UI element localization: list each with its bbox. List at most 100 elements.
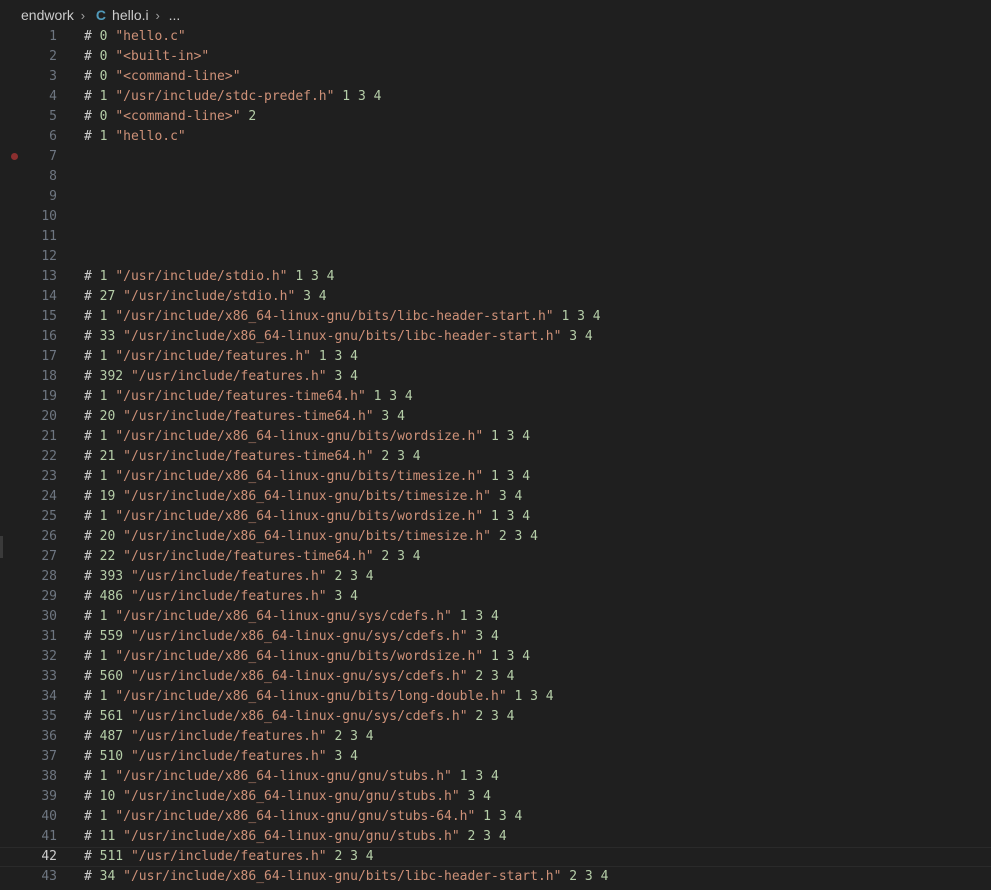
code-line[interactable]: 21 # 1 "/usr/include/x86_64-linux-gnu/bit… [0,427,991,447]
breadcrumb-folder[interactable]: endwork [21,7,74,23]
line-code: # 511 "/usr/include/features.h" 2 3 4 [84,847,374,867]
code-line[interactable]: 43 # 34 "/usr/include/x86_64-linux-gnu/bi… [0,867,991,887]
line-flags: 2 3 4 [334,849,374,864]
line-marker-number: 0 [99,109,108,124]
code-line[interactable]: 40 # 1 "/usr/include/x86_64-linux-gnu/gnu… [0,807,991,827]
line-number: 22 [41,449,57,464]
code-line[interactable]: 34 # 1 "/usr/include/x86_64-linux-gnu/bit… [0,687,991,707]
line-code: # 1 "/usr/include/x86_64-linux-gnu/sys/c… [84,607,499,627]
line-hash: # [84,389,92,404]
code-line[interactable]: 42 # 511 "/usr/include/features.h" 2 3 4 [0,847,991,867]
code-line[interactable]: 7 [0,147,991,167]
code-line[interactable]: 8 [0,167,991,187]
code-line[interactable]: 19 # 1 "/usr/include/features-time64.h" 1… [0,387,991,407]
code-line[interactable]: 1 # 0 "hello.c" [0,27,991,47]
code-line[interactable]: 35 # 561 "/usr/include/x86_64-linux-gnu/s… [0,707,991,727]
line-marker-number: 1 [99,89,108,104]
code-line[interactable]: 32 # 1 "/usr/include/x86_64-linux-gnu/bit… [0,647,991,667]
line-hash: # [84,489,92,504]
code-line[interactable]: 18 # 392 "/usr/include/features.h" 3 4 [0,367,991,387]
code-line[interactable]: 15 # 1 "/usr/include/x86_64-linux-gnu/bit… [0,307,991,327]
line-flags: 1 3 4 [373,389,413,404]
line-marker-number: 33 [99,329,116,344]
line-number: 5 [49,109,57,124]
line-hash: # [84,129,92,144]
line-hash: # [84,829,92,844]
line-number: 35 [41,709,57,724]
code-line[interactable]: 38 # 1 "/usr/include/x86_64-linux-gnu/gnu… [0,767,991,787]
code-line[interactable]: 16 # 33 "/usr/include/x86_64-linux-gnu/bi… [0,327,991,347]
line-marker-number: 21 [99,449,116,464]
breadcrumb-symbols[interactable]: ... [169,7,181,23]
line-marker-number: 10 [99,789,116,804]
code-line[interactable]: 20 # 20 "/usr/include/features-time64.h" … [0,407,991,427]
code-line[interactable]: 26 # 20 "/usr/include/x86_64-linux-gnu/bi… [0,527,991,547]
line-flags: 1 3 4 [491,429,531,444]
line-file-string: "/usr/include/x86_64-linux-gnu/bits/libc… [123,869,562,884]
code-line[interactable]: 24 # 19 "/usr/include/x86_64-linux-gnu/bi… [0,487,991,507]
code-line[interactable]: 39 # 10 "/usr/include/x86_64-linux-gnu/gn… [0,787,991,807]
chevron-right-icon: › [80,7,86,23]
code-line[interactable]: 25 # 1 "/usr/include/x86_64-linux-gnu/bit… [0,507,991,527]
code-line[interactable]: 4 # 1 "/usr/include/stdc-predef.h" 1 3 4 [0,87,991,107]
line-file-string: "/usr/include/features-time64.h" [123,549,374,564]
line-code: # 1 "hello.c" [84,127,186,147]
line-number: 23 [41,469,57,484]
code-line[interactable]: 10 [0,207,991,227]
code-line[interactable]: 6 # 1 "hello.c" [0,127,991,147]
line-number: 24 [41,489,57,504]
code-line[interactable]: 29 # 486 "/usr/include/features.h" 3 4 [0,587,991,607]
line-number: 2 [49,49,57,64]
line-file-string: "/usr/include/features.h" [130,749,327,764]
code-line[interactable]: 33 # 560 "/usr/include/x86_64-linux-gnu/s… [0,667,991,687]
line-code: # 1 "/usr/include/x86_64-linux-gnu/bits/… [84,307,601,327]
code-line[interactable]: 36 # 487 "/usr/include/features.h" 2 3 4 [0,727,991,747]
line-number: 9 [49,189,57,204]
code-line[interactable]: 2 # 0 "<built-in>" [0,47,991,67]
code-line[interactable]: 3 # 0 "<command-line>" [0,67,991,87]
line-code: # 1 "/usr/include/features-time64.h" 1 3… [84,387,413,407]
line-code: # 559 "/usr/include/x86_64-linux-gnu/sys… [84,627,499,647]
code-line[interactable]: 14 # 27 "/usr/include/stdio.h" 3 4 [0,287,991,307]
code-line[interactable]: 13 # 1 "/usr/include/stdio.h" 1 3 4 [0,267,991,287]
code-lines[interactable]: 1 # 0 "hello.c" 2 # 0 "<built-in>" 3 # 0 "<co… [0,27,991,887]
line-marker-number: 11 [99,829,116,844]
line-number: 3 [49,69,57,84]
line-marker-number: 487 [99,729,124,744]
line-number: 39 [41,789,57,804]
code-line[interactable]: 37 # 510 "/usr/include/features.h" 3 4 [0,747,991,767]
code-line[interactable]: 9 [0,187,991,207]
code-editor[interactable]: endwork › C hello.i › ... 1 # 0 "hello.c"… [0,0,991,890]
code-line[interactable]: 22 # 21 "/usr/include/features-time64.h" … [0,447,991,467]
line-hash: # [84,809,92,824]
code-line[interactable]: 5 # 0 "<command-line>" 2 [0,107,991,127]
line-number: 1 [49,29,57,44]
line-code: # 1 "/usr/include/stdc-predef.h" 1 3 4 [84,87,381,107]
code-line[interactable]: 31 # 559 "/usr/include/x86_64-linux-gnu/s… [0,627,991,647]
code-line[interactable]: 27 # 22 "/usr/include/features-time64.h" … [0,547,991,567]
line-number: 38 [41,769,57,784]
line-number: 30 [41,609,57,624]
line-hash: # [84,749,92,764]
line-file-string: "/usr/include/x86_64-linux-gnu/bits/word… [115,649,484,664]
line-code: # 392 "/usr/include/features.h" 3 4 [84,367,358,387]
line-hash: # [84,789,92,804]
line-flags: 3 4 [334,749,358,764]
line-code: # 393 "/usr/include/features.h" 2 3 4 [84,567,374,587]
code-line[interactable]: 17 # 1 "/usr/include/features.h" 1 3 4 [0,347,991,367]
line-file-string: "<command-line>" [115,109,241,124]
code-line[interactable]: 28 # 393 "/usr/include/features.h" 2 3 4 [0,567,991,587]
line-file-string: "/usr/include/features.h" [130,369,327,384]
code-line[interactable]: 30 # 1 "/usr/include/x86_64-linux-gnu/sys… [0,607,991,627]
line-flags: 1 3 4 [514,689,554,704]
line-code: # 510 "/usr/include/features.h" 3 4 [84,747,358,767]
line-marker-number: 1 [99,509,108,524]
line-flags: 2 3 4 [334,569,374,584]
code-line[interactable]: 41 # 11 "/usr/include/x86_64-linux-gnu/gn… [0,827,991,847]
code-line[interactable]: 11 [0,227,991,247]
code-line[interactable]: 23 # 1 "/usr/include/x86_64-linux-gnu/bit… [0,467,991,487]
line-flags: 2 3 4 [498,529,538,544]
breadcrumb-file[interactable]: hello.i [112,7,149,23]
code-line[interactable]: 12 [0,247,991,267]
line-flags: 3 4 [467,789,491,804]
